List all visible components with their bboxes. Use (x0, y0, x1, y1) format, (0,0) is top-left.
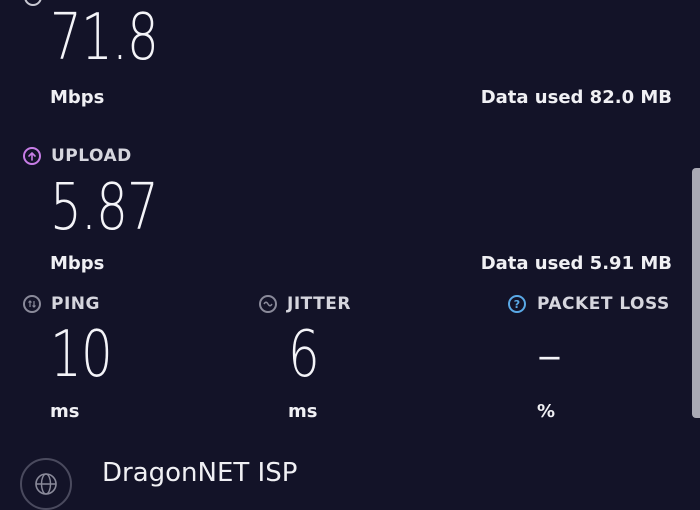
download-speed-unit: Mbps (50, 87, 105, 108)
packet-loss-value: – (537, 318, 562, 392)
isp-name: DragonNET ISP (102, 458, 298, 488)
upload-data-used: Data used 5.91 MB (480, 253, 672, 274)
packet-loss-label: PACKET LOSS (537, 294, 670, 314)
upload-arrow-icon (23, 147, 41, 165)
download-icon (24, 0, 42, 6)
ping-label: PING (51, 294, 100, 314)
globe-icon (20, 458, 72, 510)
upload-label: UPLOAD (51, 146, 132, 166)
jitter-value: 6 (288, 318, 320, 392)
download-data-used: Data used 82.0 MB (480, 87, 672, 108)
upload-speed-unit: Mbps (50, 253, 105, 274)
ping-unit: ms (50, 401, 80, 422)
help-question-icon[interactable]: ? (508, 295, 526, 313)
jitter-wave-icon (259, 295, 277, 313)
ping-value: 10 (50, 318, 113, 392)
ping-icon (23, 295, 41, 313)
jitter-unit: ms (288, 401, 318, 422)
scrollbar[interactable] (692, 168, 700, 418)
upload-speed-value: 5.87 (50, 171, 159, 245)
jitter-label: JITTER (287, 294, 351, 314)
download-speed-value: 71.8 (50, 1, 159, 75)
packet-loss-unit: % (537, 401, 556, 422)
